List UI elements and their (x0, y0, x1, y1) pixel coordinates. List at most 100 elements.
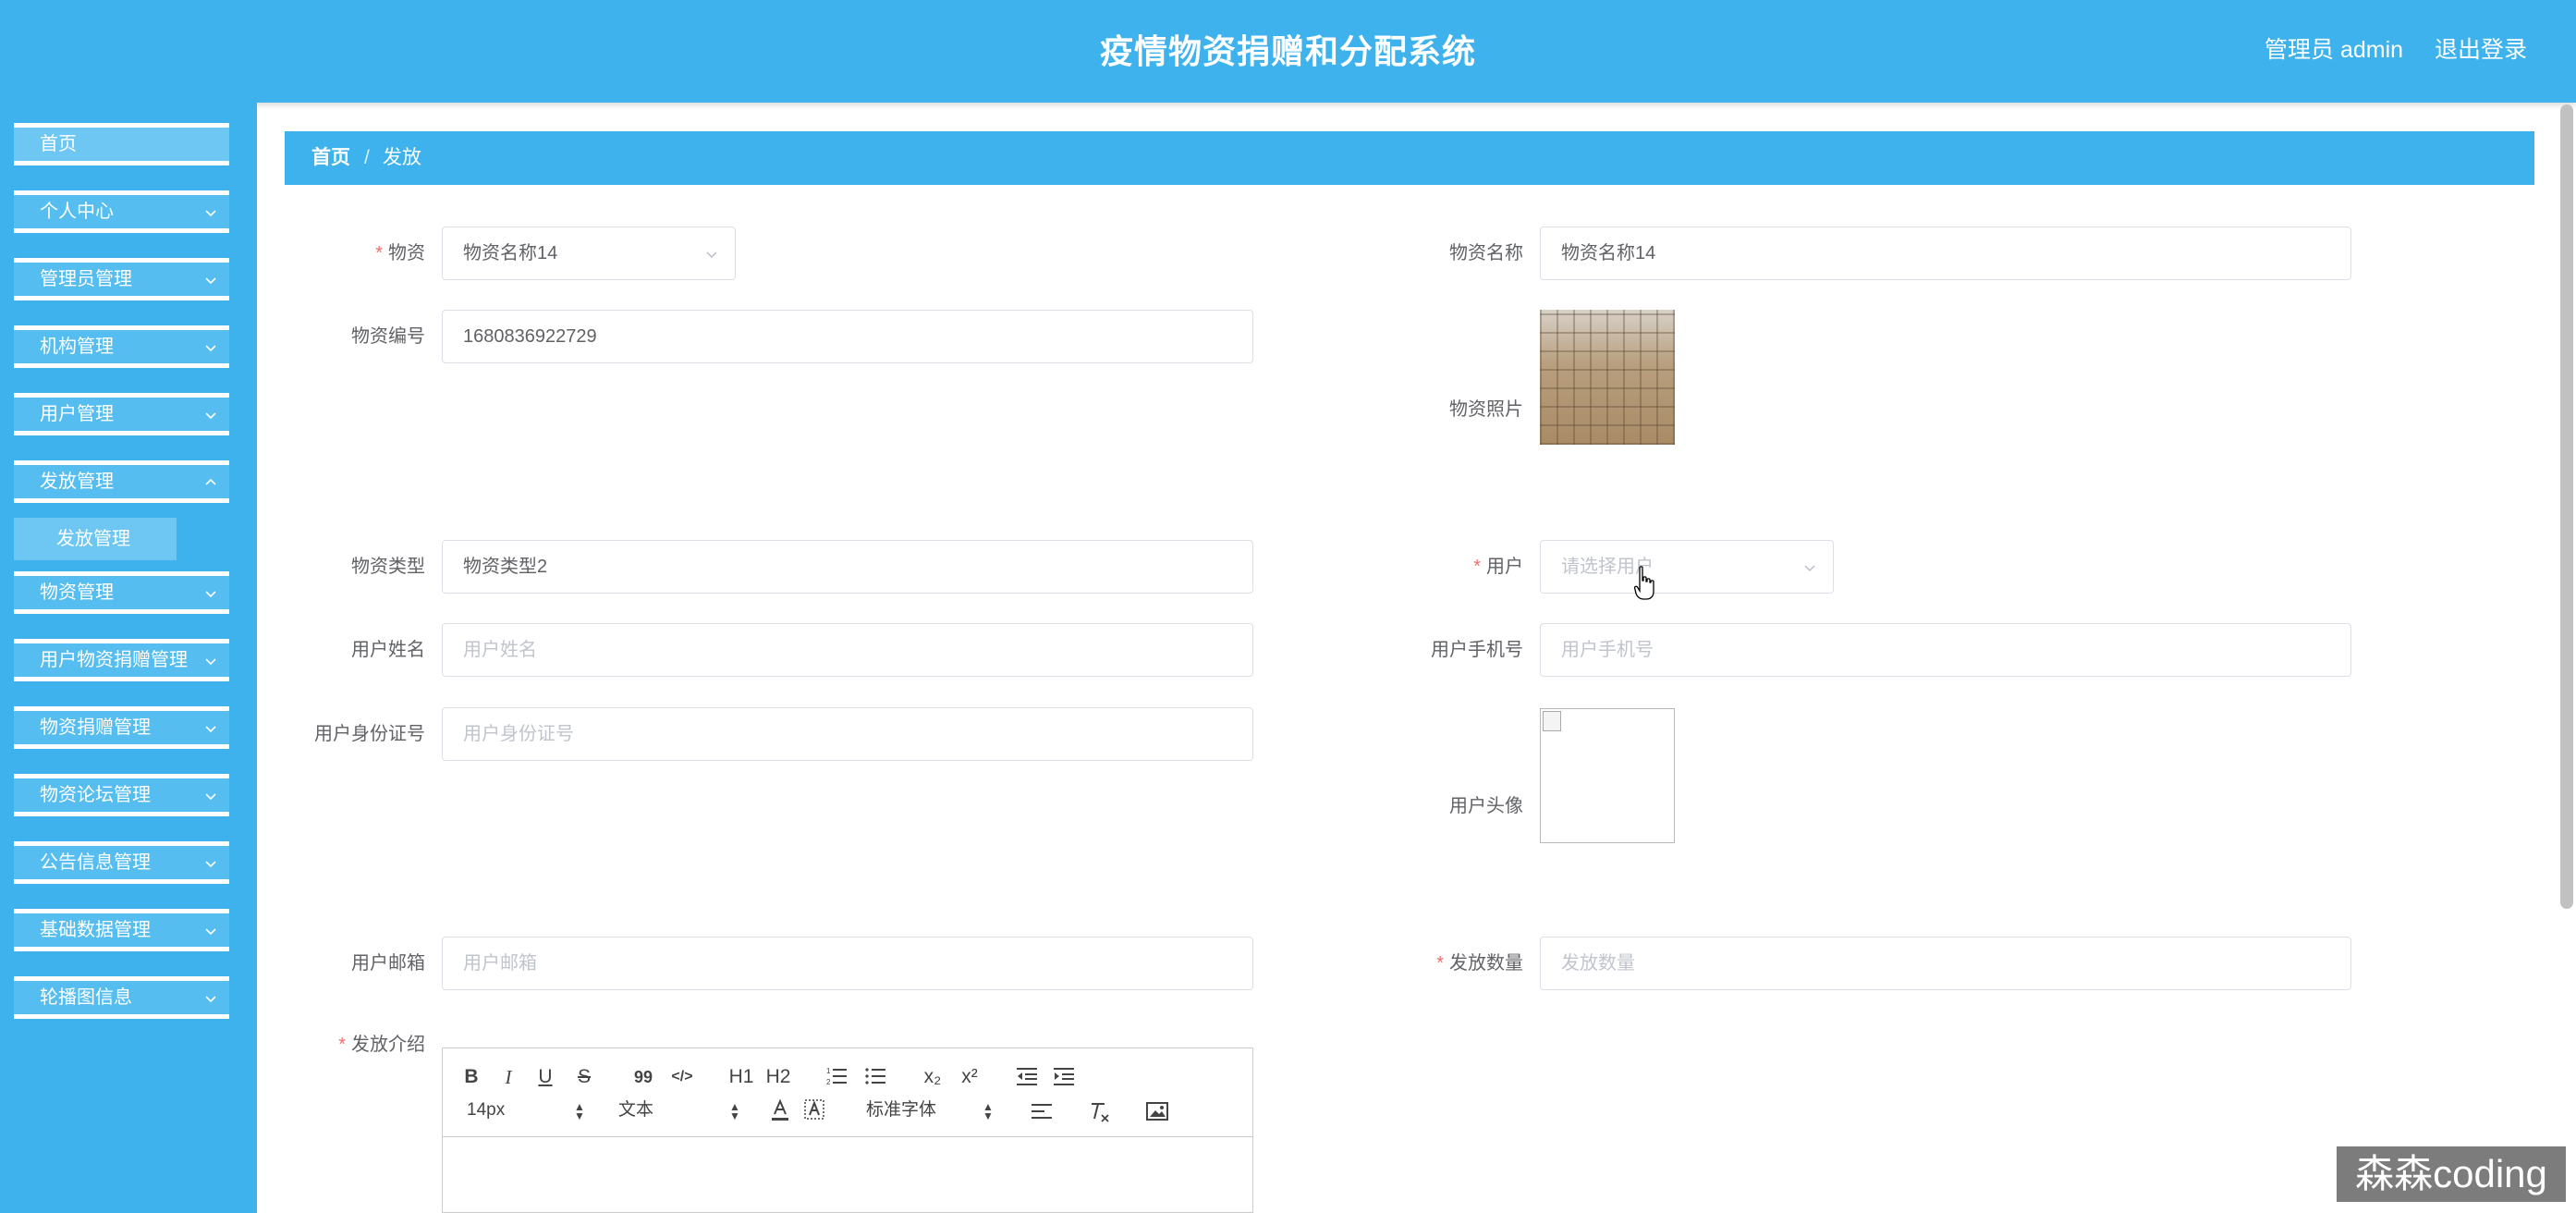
required-mark: * (375, 243, 383, 263)
intro-label-text: 发放介绍 (351, 1035, 425, 1055)
breadcrumb-home[interactable]: 首页 (311, 131, 350, 185)
sidebar-item-label: 物资管理 (40, 582, 114, 603)
chevron-down-icon (205, 210, 216, 217)
chevron-down-icon (205, 928, 216, 936)
supply-select[interactable]: 物资名称14 (442, 227, 736, 280)
sidebar-item-label: 物资论坛管理 (40, 785, 151, 805)
sidebar-item-label: 用户物资捐赠管理 (40, 650, 188, 670)
required-mark: * (1473, 557, 1481, 577)
sidebar-item-label: 发放管理 (40, 472, 114, 492)
heading1-button[interactable]: H1 (727, 1063, 755, 1091)
page-scrollbar[interactable] (2560, 104, 2573, 909)
chevron-up-icon (205, 478, 216, 485)
hand-cursor-icon (1634, 566, 1654, 600)
app-title: 疫情物资捐赠和分配系统 (1099, 32, 1476, 70)
quantity-label-text: 发放数量 (1449, 953, 1523, 974)
chevron-down-icon (205, 793, 216, 801)
editor-content-area[interactable] (443, 1137, 1252, 1213)
quantity-input[interactable]: 发放数量 (1540, 937, 2351, 990)
user-phone-input[interactable]: 用户手机号 (1540, 623, 2351, 677)
user-id-input[interactable]: 用户身份证号 (442, 707, 1253, 761)
required-mark: * (1436, 953, 1444, 974)
header-select[interactable]: 文本 ▲ ▼ (618, 1097, 740, 1124)
watermark: 森森coding (2337, 1146, 2566, 1202)
supply-name-input[interactable]: 物资名称14 (1540, 227, 2351, 280)
sidebar-item-label: 基础数据管理 (40, 920, 151, 940)
supply-label: * 物资 (294, 227, 425, 280)
updown-arrows-icon: ▲ ▼ (574, 1100, 585, 1122)
chevron-down-icon (205, 658, 216, 666)
subscript-button[interactable]: x₂ (920, 1063, 946, 1091)
sidebar-item-distribution-management[interactable]: 发放管理 (14, 460, 229, 503)
sidebar-item-label: 机构管理 (40, 337, 114, 357)
sidebar-item-admin-management[interactable]: 管理员管理 (14, 258, 229, 300)
chevron-down-icon (706, 251, 717, 259)
supply-photo-label: 物资照片 (1449, 399, 1523, 420)
sidebar-item-org-management[interactable]: 机构管理 (14, 325, 229, 368)
chevron-down-icon (205, 861, 216, 868)
breadcrumb-current: 发放 (383, 147, 421, 168)
chevron-down-icon (205, 412, 216, 420)
font-size-select[interactable]: 14px ▲ ▼ (467, 1097, 587, 1124)
sidebar-item-supplies-management[interactable]: 物资管理 (14, 571, 229, 614)
image-icon[interactable] (1145, 1100, 1169, 1122)
sidebar-item-donation-management[interactable]: 物资捐赠管理 (14, 706, 229, 749)
font-family-select[interactable]: 标准字体 ▲ ▼ (866, 1097, 995, 1124)
user-select[interactable]: 请选择用户 (1540, 540, 1834, 594)
user-select-label-text: 用户 (1486, 557, 1523, 577)
sidebar-item-label: 用户管理 (40, 404, 114, 424)
sidebar-item-home[interactable]: 首页 (14, 123, 229, 165)
font-color-icon[interactable] (770, 1098, 790, 1122)
superscript-button[interactable]: x² (957, 1063, 983, 1091)
quantity-label: * 发放数量 (1386, 937, 1523, 990)
clear-format-icon[interactable] (1088, 1100, 1112, 1124)
chevron-down-icon (205, 277, 216, 285)
sidebar-subitem-distribution[interactable]: 发放管理 (14, 518, 177, 560)
breadcrumb: 首页 / 发放 (285, 131, 2534, 185)
updown-arrows-icon: ▲ ▼ (729, 1100, 740, 1122)
svg-text:1: 1 (826, 1067, 831, 1075)
sidebar-item-user-donation-management[interactable]: 用户物资捐赠管理 (14, 639, 229, 681)
supply-code-input[interactable]: 1680836922729 (442, 310, 1253, 363)
blockquote-button[interactable]: 99 (631, 1063, 655, 1091)
underline-button[interactable]: U (535, 1063, 555, 1091)
supply-type-input[interactable]: 物资类型2 (442, 540, 1253, 594)
sidebar-item-user-management[interactable]: 用户管理 (14, 393, 229, 435)
background-color-icon[interactable] (803, 1098, 825, 1122)
sidebar-item-basic-data-management[interactable]: 基础数据管理 (14, 909, 229, 951)
italic-button[interactable]: I (498, 1063, 519, 1091)
bold-button[interactable]: B (461, 1063, 482, 1091)
sidebar-item-label: 轮播图信息 (40, 987, 132, 1008)
user-select-label: * 用户 (1386, 540, 1523, 594)
user-avatar-image (1540, 708, 1675, 843)
required-mark: * (338, 1035, 346, 1055)
sidebar-item-carousel[interactable]: 轮播图信息 (14, 976, 229, 1019)
sidebar-item-notice-management[interactable]: 公告信息管理 (14, 841, 229, 884)
chevron-down-icon (205, 996, 216, 1003)
align-icon[interactable] (1031, 1100, 1053, 1122)
sidebar-item-personal-center[interactable]: 个人中心 (14, 190, 229, 233)
broken-image-icon (1543, 711, 1561, 731)
sidebar-item-forum-management[interactable]: 物资论坛管理 (14, 774, 229, 816)
supply-select-value: 物资名称14 (463, 243, 558, 263)
user-email-label: 用户邮箱 (351, 953, 425, 974)
outdent-icon[interactable] (1016, 1065, 1038, 1087)
ordered-list-icon[interactable]: 1 2 (825, 1065, 848, 1087)
heading2-button[interactable]: H2 (764, 1063, 792, 1091)
bullet-list-icon[interactable] (864, 1065, 886, 1087)
strike-button[interactable]: S (574, 1063, 594, 1091)
supply-name-label: 物资名称 (1449, 243, 1523, 263)
intro-editor: B I U S 99 </> H1 H2 1 2 x₂ x² 14px ▲▼ (442, 1048, 1253, 1213)
user-email-input[interactable]: 用户邮箱 (442, 937, 1253, 990)
top-header: 疫情物资捐赠和分配系统 管理员 admin 退出登录 (0, 0, 2576, 103)
sidebar-item-label: 公告信息管理 (40, 852, 151, 873)
sidebar-item-label: 管理员管理 (40, 269, 132, 289)
code-block-button[interactable]: </> (668, 1063, 696, 1091)
svg-text:2: 2 (826, 1078, 831, 1086)
font-family-value: 标准字体 (866, 1100, 937, 1120)
chevron-down-icon (205, 345, 216, 352)
updown-arrows-icon: ▲ ▼ (983, 1100, 994, 1122)
indent-icon[interactable] (1053, 1065, 1075, 1087)
user-name-input[interactable]: 用户姓名 (442, 623, 1253, 677)
logout-link[interactable]: 退出登录 (2435, 33, 2527, 67)
